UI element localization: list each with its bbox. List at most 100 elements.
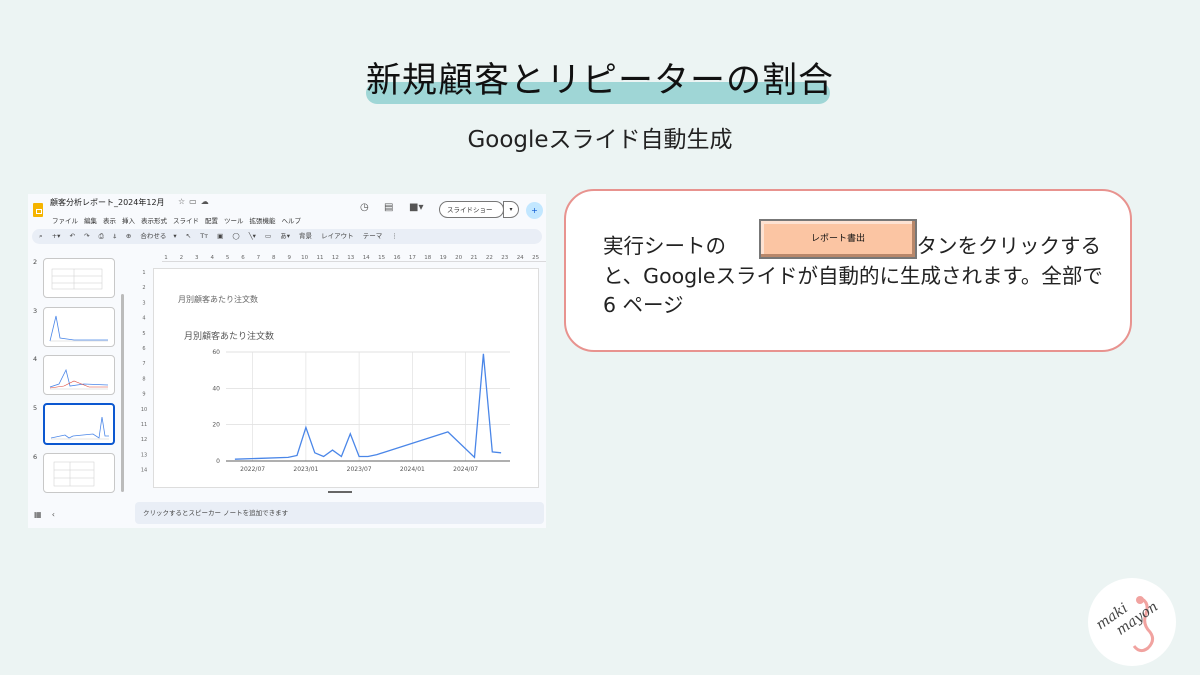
slide-thumbnail-6[interactable] xyxy=(43,453,115,493)
ruler-tick-label: 8 xyxy=(272,255,276,261)
folder-icon[interactable]: ▭ xyxy=(189,197,201,206)
menu-format[interactable]: 表示形式 xyxy=(141,217,167,225)
speaker-notes-input[interactable]: クリックするとスピーカー ノートを追加できます xyxy=(135,502,544,524)
ruler-tick-label: 5 xyxy=(226,255,230,261)
text-box-icon[interactable]: Tт xyxy=(200,232,208,240)
grid-view-icon[interactable]: ▦ xyxy=(34,510,42,519)
ruler-tick-label: 1 xyxy=(142,270,145,276)
menu-view[interactable]: 表示 xyxy=(103,217,116,225)
thumb-table xyxy=(53,461,95,487)
slide-thumbnail-5[interactable] xyxy=(43,403,115,445)
menu-arrange[interactable]: 配置 xyxy=(205,217,218,225)
title-icons: ☆▭☁ xyxy=(178,197,213,206)
page-title: 新規顧客とリピーターの割合 xyxy=(365,61,834,101)
input-tools-icon[interactable]: あ▾ xyxy=(280,232,290,240)
series-line xyxy=(234,353,502,460)
ruler-tick-label: 14 xyxy=(141,468,147,474)
resize-handle[interactable] xyxy=(328,491,352,493)
ruler-tick-label: 12 xyxy=(141,437,147,443)
ruler-tick-label: 14 xyxy=(363,255,370,261)
menu-help[interactable]: ヘルプ xyxy=(282,217,302,225)
ruler-tick-label: 18 xyxy=(424,255,431,261)
ruler-tick-label: 1 xyxy=(164,255,168,261)
ruler-tick-label: 11 xyxy=(317,255,324,261)
ruler-tick-label: 6 xyxy=(241,255,245,261)
thumb-number: 3 xyxy=(33,307,38,315)
comment-add-icon[interactable]: ▭ xyxy=(265,232,271,240)
page-subtitle: Googleスライド自動生成 xyxy=(467,127,733,153)
line-icon[interactable]: ╲▾ xyxy=(249,232,256,240)
slideshow-button[interactable]: スライドショー xyxy=(439,201,504,218)
ruler-tick-label: 4 xyxy=(142,316,145,322)
background-button[interactable]: 背景 xyxy=(299,232,312,240)
thumb-number: 2 xyxy=(33,258,38,266)
star-icon[interactable]: ☆ xyxy=(178,197,189,206)
menu-slide[interactable]: スライド xyxy=(173,217,199,225)
ruler-tick-label: 13 xyxy=(347,255,354,261)
x-tick-label: 2024/01 xyxy=(400,466,425,473)
view-toggles: ▦ ‹ xyxy=(34,510,55,519)
menu-extensions[interactable]: 拡張機能 xyxy=(250,217,276,225)
ruler-vertical: 1234567891011121314 xyxy=(141,270,147,474)
slide-heading[interactable]: 月別顧客あたり注文数 xyxy=(178,294,258,305)
video-call-icon[interactable]: ■▾ xyxy=(409,202,423,213)
ruler-tick-label: 9 xyxy=(287,255,291,261)
ruler-tick-label: 7 xyxy=(142,361,145,367)
ruler-tick-label: 25 xyxy=(532,255,539,261)
cloud-icon: ☁ xyxy=(200,197,213,206)
chevron-down-icon: ▾ xyxy=(173,232,177,240)
layout-button[interactable]: レイアウト xyxy=(321,232,354,240)
slides-screenshot: 顧客分析レポート_2024年12月 ☆▭☁ ファイル 編集 表示 挿入 表示形式 スライド… xyxy=(28,194,546,528)
menu-insert[interactable]: 挿入 xyxy=(122,217,135,225)
image-icon[interactable]: ▣ xyxy=(217,232,223,240)
ruler-tick-label: 20 xyxy=(455,255,462,261)
menu-file[interactable]: ファイル xyxy=(52,217,78,225)
callout-text-before: 実行シートの xyxy=(603,234,726,258)
thumb-chart xyxy=(49,315,108,342)
shape-icon[interactable]: ◯ xyxy=(232,232,239,240)
slide-thumbnail-2[interactable] xyxy=(43,258,115,298)
thumb-chart xyxy=(50,416,109,440)
y-tick-label: 60 xyxy=(212,349,220,356)
zoom-select[interactable]: 合わせる xyxy=(140,232,166,240)
more-icon[interactable]: ⋮ xyxy=(391,232,398,240)
chart[interactable]: 0 20 40 60 2022/07 2023/01 2023/07 2024/01 2024/… xyxy=(178,344,518,479)
x-tick-label: 2023/07 xyxy=(347,466,372,473)
thumb-chart xyxy=(49,368,109,390)
add-person-icon: + xyxy=(531,206,538,215)
slideshow-dropdown[interactable]: ▾ xyxy=(503,201,519,218)
search-icon[interactable]: ⌕ xyxy=(39,232,43,240)
chevron-down-icon: ▾ xyxy=(509,206,513,213)
zoom-icon[interactable]: ⊕ xyxy=(126,232,131,240)
add-icon[interactable]: +▾ xyxy=(52,232,61,240)
comment-icon[interactable]: ▤ xyxy=(384,202,393,213)
y-tick-label: 0 xyxy=(216,458,220,465)
ruler-tick-label: 2 xyxy=(180,255,184,261)
print-icon[interactable]: ⎙ xyxy=(99,232,104,240)
menu-edit[interactable]: 編集 xyxy=(84,217,97,225)
document-title[interactable]: 顧客分析レポート_2024年12月 xyxy=(50,197,165,208)
slide-thumbnail-4[interactable] xyxy=(43,355,115,395)
ruler-tick-label: 23 xyxy=(501,255,508,261)
ruler-tick-label: 4 xyxy=(210,255,214,261)
ruler-tick-label: 19 xyxy=(440,255,447,261)
share-button[interactable]: + xyxy=(526,202,543,219)
history-icon[interactable]: ◷ xyxy=(360,202,369,213)
theme-button[interactable]: テーマ xyxy=(363,232,383,240)
undo-icon[interactable]: ↶ xyxy=(70,232,75,240)
x-tick-label: 2024/07 xyxy=(453,466,478,473)
redo-icon[interactable]: ↷ xyxy=(84,232,89,240)
ruler-tick-label: 24 xyxy=(517,255,524,261)
ruler-horizontal: 1 2 3 4 5 6 7 8 9 10 11 12 13 14 15 16 17 18 19 20 21 22 23 24 2… xyxy=(162,255,546,262)
report-export-button[interactable]: レポート書出 xyxy=(759,219,917,259)
slide-thumbnail-3[interactable] xyxy=(43,307,115,347)
ruler-tick-label: 12 xyxy=(332,255,339,261)
paint-format-icon[interactable]: ⍋ xyxy=(113,232,117,240)
thumbnail-scrollbar[interactable] xyxy=(121,294,124,492)
ruler-tick-label: 21 xyxy=(471,255,478,261)
select-cursor-icon[interactable]: ↖ xyxy=(186,232,191,240)
menu-bar: ファイル 編集 表示 挿入 表示形式 スライド 配置 ツール 拡張機能 ヘルプ xyxy=(52,215,307,225)
toolbar: ⌕ +▾ ↶ ↷ ⎙ ⍋ ⊕ 合わせる ▾ ↖ Tт ▣ ◯ ╲▾ ▭ あ▾ 背景… xyxy=(32,229,542,244)
collapse-icon[interactable]: ‹ xyxy=(52,510,55,519)
menu-tools[interactable]: ツール xyxy=(224,217,244,225)
